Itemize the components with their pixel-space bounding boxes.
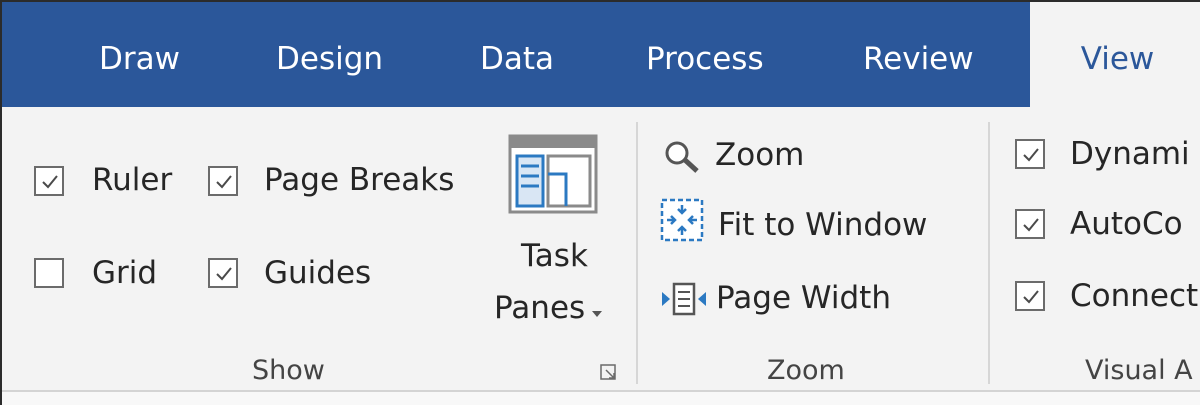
ruler-label[interactable]: Ruler (92, 162, 172, 198)
checkmark-icon (216, 267, 232, 281)
autoconnect-label[interactable]: AutoCo (1070, 206, 1183, 242)
fit-to-window-icon (660, 198, 704, 242)
page-breaks-label[interactable]: Page Breaks (264, 162, 454, 198)
checkmark-icon (1023, 218, 1039, 232)
task-panes-label-line2: Panes (494, 290, 586, 326)
tab-design[interactable]: Design (276, 0, 383, 107)
task-panes-label-line1: Task (521, 238, 588, 274)
page-width-icon (662, 282, 706, 316)
checkmark-icon (216, 175, 232, 189)
autoconnect-checkbox[interactable] (1015, 209, 1045, 239)
dynamic-grid-label[interactable]: Dynami (1070, 136, 1190, 172)
tab-draw[interactable]: Draw (99, 0, 180, 107)
zoom-group-label: Zoom (767, 355, 845, 386)
tab-view[interactable]: View (1030, 0, 1200, 107)
checkmark-icon (42, 175, 58, 189)
visual-aids-group-label: Visual A (1085, 355, 1193, 386)
page-breaks-checkbox[interactable] (208, 166, 238, 196)
connection-points-checkbox[interactable] (1015, 281, 1045, 311)
tab-data[interactable]: Data (480, 0, 554, 107)
task-panes-icon (508, 134, 598, 214)
guides-label[interactable]: Guides (264, 255, 371, 291)
checkmark-icon (1023, 148, 1039, 162)
fit-to-window-label: Fit to Window (718, 207, 928, 243)
show-group-label: Show (252, 355, 325, 386)
tab-review[interactable]: Review (863, 0, 974, 107)
dropdown-arrow-icon (592, 311, 602, 317)
checkmark-icon (1023, 290, 1039, 304)
dynamic-grid-checkbox[interactable] (1015, 139, 1045, 169)
grid-checkbox[interactable] (34, 258, 64, 288)
guides-checkbox[interactable] (208, 258, 238, 288)
group-separator (988, 122, 990, 384)
magnifier-icon (665, 141, 699, 173)
ruler-checkbox[interactable] (34, 166, 64, 196)
connection-points-label[interactable]: Connect (1070, 278, 1198, 314)
dialog-launcher-icon[interactable] (600, 364, 618, 382)
document-area-edge (0, 392, 1200, 405)
grid-label[interactable]: Grid (92, 255, 157, 291)
group-separator (636, 122, 638, 384)
ribbon-tab-bar: Draw Design Data Process Review View (0, 0, 1200, 107)
page-width-label: Page Width (716, 280, 891, 316)
tab-process[interactable]: Process (646, 0, 764, 107)
zoom-label: Zoom (715, 137, 805, 173)
